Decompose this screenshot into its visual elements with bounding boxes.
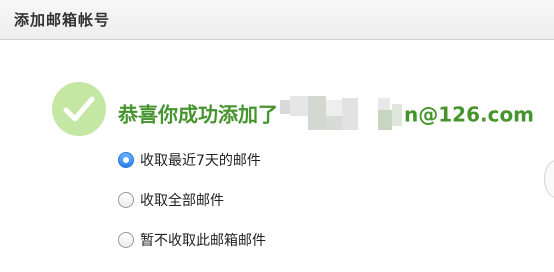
add-mail-account-dialog: 添加邮箱帐号 恭喜你成功添加了 n@126.com 收取最近7天的邮件 收取全部…	[0, 0, 554, 272]
check-icon	[52, 82, 106, 136]
success-message: 恭喜你成功添加了 n@126.com	[118, 96, 534, 136]
email-mosaic	[280, 94, 402, 134]
scroll-handle[interactable]	[544, 160, 554, 198]
title-bar: 添加邮箱帐号	[0, 0, 554, 40]
option-label-do-not-fetch: 暂不收取此邮箱邮件	[140, 233, 266, 249]
dialog-title: 添加邮箱帐号	[14, 11, 111, 29]
success-message-text: 恭喜你成功添加了	[118, 102, 278, 127]
radio-do-not-fetch[interactable]	[118, 232, 134, 248]
radio-all-mail[interactable]	[118, 192, 134, 208]
success-banner: 恭喜你成功添加了 n@126.com	[52, 82, 552, 138]
email-address-suffix: n@126.com	[404, 102, 535, 127]
option-label-recent-7-days: 收取最近7天的邮件	[140, 153, 261, 169]
radio-recent-7-days[interactable]	[118, 152, 134, 168]
option-label-all-mail: 收取全部邮件	[140, 193, 224, 209]
